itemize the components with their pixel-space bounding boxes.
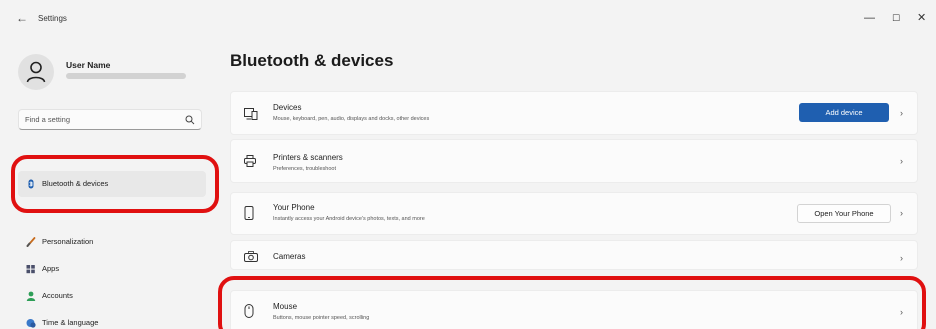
user-profile[interactable]: User Name <box>18 52 218 92</box>
card-title: Printers & scanners <box>273 153 343 162</box>
add-device-button[interactable]: Add device <box>799 103 889 122</box>
user-name: User Name <box>66 60 111 70</box>
apps-icon <box>26 265 35 274</box>
card-title: Your Phone <box>273 203 315 212</box>
card-devices[interactable]: Devices Mouse, keyboard, pen, audio, dis… <box>230 91 918 135</box>
avatar <box>18 54 54 90</box>
chevron-right-icon: › <box>900 156 903 166</box>
phone-icon <box>244 206 254 220</box>
person-icon <box>26 291 36 301</box>
annotation-highlight-mouse <box>218 276 926 329</box>
chevron-right-icon: › <box>900 253 903 263</box>
minimize-button[interactable]: — <box>864 13 875 24</box>
window-title: Settings <box>38 14 67 23</box>
sidebar-item-personalization[interactable]: Personalization <box>18 229 206 255</box>
search-icon[interactable] <box>185 115 195 125</box>
close-button[interactable]: ✕ <box>917 13 926 24</box>
title-bar: ← Settings — ☐ ✕ <box>0 0 936 36</box>
back-button[interactable]: ← <box>16 12 28 24</box>
search-box[interactable] <box>18 109 202 130</box>
sidebar-item-accounts[interactable]: Accounts <box>18 283 206 309</box>
sidebar-item-label: Personalization <box>42 237 94 246</box>
sidebar-item-apps[interactable]: Apps <box>18 256 206 282</box>
clock-globe-icon <box>26 319 36 328</box>
open-your-phone-button[interactable]: Open Your Phone <box>797 204 891 223</box>
card-title: Cameras <box>273 252 306 261</box>
card-title: Devices <box>273 103 302 112</box>
user-email-redacted <box>66 73 186 79</box>
card-cameras[interactable]: Cameras › <box>230 240 918 270</box>
card-subtitle: Instantly access your Android device's p… <box>273 216 425 222</box>
maximize-button[interactable]: ☐ <box>892 13 900 23</box>
camera-icon <box>244 251 258 262</box>
person-icon <box>26 61 46 83</box>
sidebar-item-time-language[interactable]: Time & language <box>18 310 206 329</box>
page-title: Bluetooth & devices <box>230 51 394 70</box>
sidebar-item-label: Accounts <box>42 291 73 300</box>
card-printers-scanners[interactable]: Printers & scanners Preferences, trouble… <box>230 139 918 183</box>
sidebar-item-label: Time & language <box>42 318 99 327</box>
sidebar-item-label: Apps <box>42 264 60 273</box>
annotation-highlight-bluetooth <box>11 155 219 213</box>
search-input[interactable] <box>25 113 175 126</box>
printer-icon <box>244 155 256 167</box>
chevron-right-icon: › <box>900 108 903 118</box>
card-your-phone[interactable]: Your Phone Instantly access your Android… <box>230 192 918 235</box>
card-subtitle: Mouse, keyboard, pen, audio, displays an… <box>273 116 430 122</box>
chevron-right-icon: › <box>900 208 903 218</box>
brush-icon <box>26 237 36 247</box>
card-subtitle: Preferences, troubleshoot <box>273 166 336 172</box>
devices-icon <box>244 108 258 120</box>
